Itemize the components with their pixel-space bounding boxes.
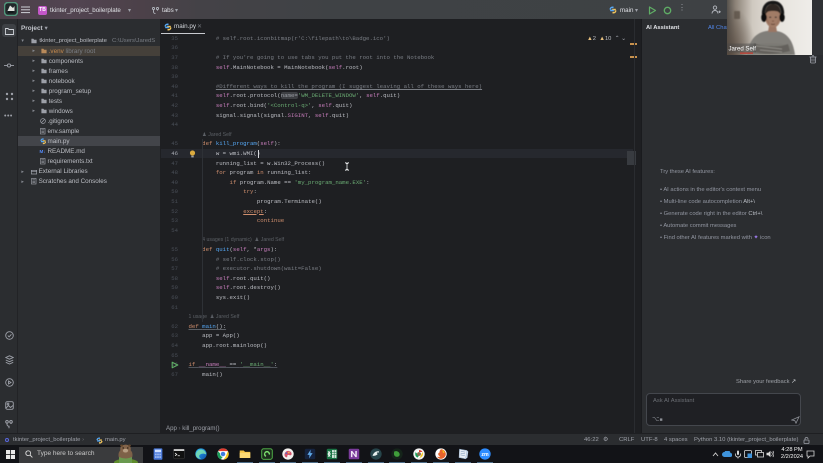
svg-text:zm: zm xyxy=(481,452,489,458)
svg-text:Jared Self: Jared Self xyxy=(729,45,757,52)
